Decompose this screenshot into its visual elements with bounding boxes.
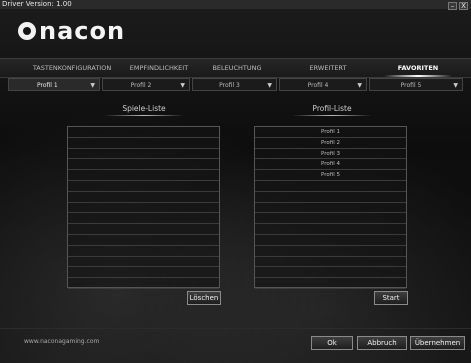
profile-selector-row: Profil 1 ▼ Profil 2 ▼ Profil 3 ▼ Profil … xyxy=(0,78,471,92)
list-item[interactable] xyxy=(68,278,219,289)
profile-select-5[interactable]: Profil 5 ▼ xyxy=(369,78,463,91)
list-item[interactable] xyxy=(68,159,219,171)
tab-label: FAVORITEN xyxy=(397,64,439,72)
tab-label: ERWEITERT xyxy=(309,64,347,72)
list-item[interactable] xyxy=(68,235,219,246)
chevron-down-icon: ▼ xyxy=(453,82,458,89)
tab-empfindlichkeit[interactable]: EMPFINDLICHKEIT xyxy=(124,59,194,77)
nacon-logo-icon xyxy=(18,22,36,40)
list-item[interactable] xyxy=(255,235,406,246)
tab-label: BELEUCHTUNG xyxy=(212,64,262,72)
tab-tastenkonfiguration[interactable]: TASTENKONFIGURATION xyxy=(28,59,116,77)
chevron-down-icon: ▼ xyxy=(90,82,95,89)
start-button[interactable]: Start xyxy=(374,291,408,305)
minimize-icon: – xyxy=(450,2,455,10)
tab-beleuchtung[interactable]: BELEUCHTUNG xyxy=(208,59,266,77)
website-link[interactable]: www.naconagaming.com xyxy=(24,338,99,345)
list-item[interactable]: Profil 2 xyxy=(255,138,406,149)
list-item[interactable] xyxy=(68,203,219,214)
list-item[interactable] xyxy=(255,246,406,257)
profile-list-title: Profil-Liste xyxy=(262,104,402,116)
profile-label: Profil 5 xyxy=(400,82,422,89)
close-icon: X xyxy=(461,2,466,10)
profile-label: Profil 4 xyxy=(307,82,329,89)
close-button[interactable]: X xyxy=(459,2,468,10)
list-item[interactable] xyxy=(255,203,406,214)
tab-erweitert[interactable]: ERWEITERT xyxy=(303,59,353,77)
list-item[interactable] xyxy=(255,192,406,203)
list-item[interactable] xyxy=(255,257,406,268)
delete-button[interactable]: Löschen xyxy=(187,291,221,305)
profile-select-2[interactable]: Profil 2 ▼ xyxy=(102,78,190,91)
brand-logo: nacon xyxy=(18,17,125,45)
chevron-down-icon: ▼ xyxy=(357,82,362,89)
chevron-down-icon: ▼ xyxy=(180,82,185,89)
chevron-down-icon: ▼ xyxy=(267,82,272,89)
tab-label: EMPFINDLICHKEIT xyxy=(129,64,189,72)
logo-text: nacon xyxy=(39,17,126,45)
list-item[interactable] xyxy=(68,246,219,257)
list-item[interactable]: Profil 1 xyxy=(255,127,406,138)
tab-favoriten[interactable]: FAVORITEN xyxy=(384,59,452,77)
profile-label: Profil 1 xyxy=(37,82,58,89)
apply-button[interactable]: Übernehmen xyxy=(410,336,465,350)
title-bar: Driver Version: 1.00 xyxy=(0,0,471,9)
profile-select-1[interactable]: Profil 1 ▼ xyxy=(8,78,100,91)
list-item[interactable] xyxy=(68,257,219,268)
list-item[interactable] xyxy=(68,267,219,279)
tab-bar: TASTENKONFIGURATION EMPFINDLICHKEIT BELE… xyxy=(0,58,471,78)
profile-select-3[interactable]: Profil 3 ▼ xyxy=(192,78,277,91)
profile-label: Profil 3 xyxy=(219,82,240,89)
footer-divider xyxy=(0,328,471,329)
list-item[interactable]: Profil 3 xyxy=(255,149,406,160)
list-item[interactable]: Profil 5 xyxy=(255,170,406,181)
list-item[interactable] xyxy=(68,213,219,225)
list-item[interactable] xyxy=(255,278,406,289)
list-item[interactable] xyxy=(68,127,219,138)
profile-list[interactable]: Profil 1 Profil 2 Profil 3 Profil 4 Profil 5 xyxy=(254,126,407,289)
games-list-title: Spiele-Liste xyxy=(74,104,214,116)
list-item[interactable] xyxy=(68,224,219,235)
tab-label: TASTENKONFIGURATION xyxy=(32,64,112,72)
list-item[interactable]: Profil 4 xyxy=(255,159,406,171)
window-title: Driver Version: 1.00 xyxy=(2,0,72,8)
ok-button[interactable]: Ok xyxy=(311,336,353,350)
games-list[interactable] xyxy=(67,126,220,289)
profile-select-4[interactable]: Profil 4 ▼ xyxy=(279,78,367,91)
list-item[interactable] xyxy=(68,192,219,203)
list-item[interactable] xyxy=(255,213,406,225)
list-item[interactable] xyxy=(68,138,219,149)
list-item[interactable] xyxy=(68,181,219,192)
list-item[interactable] xyxy=(68,149,219,160)
list-item[interactable] xyxy=(68,170,219,181)
list-item[interactable] xyxy=(255,224,406,235)
list-item[interactable] xyxy=(255,181,406,192)
app-window: Driver Version: 1.00 – X nacon TASTENKON… xyxy=(0,0,471,363)
list-item[interactable] xyxy=(255,267,406,279)
minimize-button[interactable]: – xyxy=(448,2,457,10)
cancel-button[interactable]: Abbruch xyxy=(357,336,407,350)
profile-label: Profil 2 xyxy=(130,82,152,89)
